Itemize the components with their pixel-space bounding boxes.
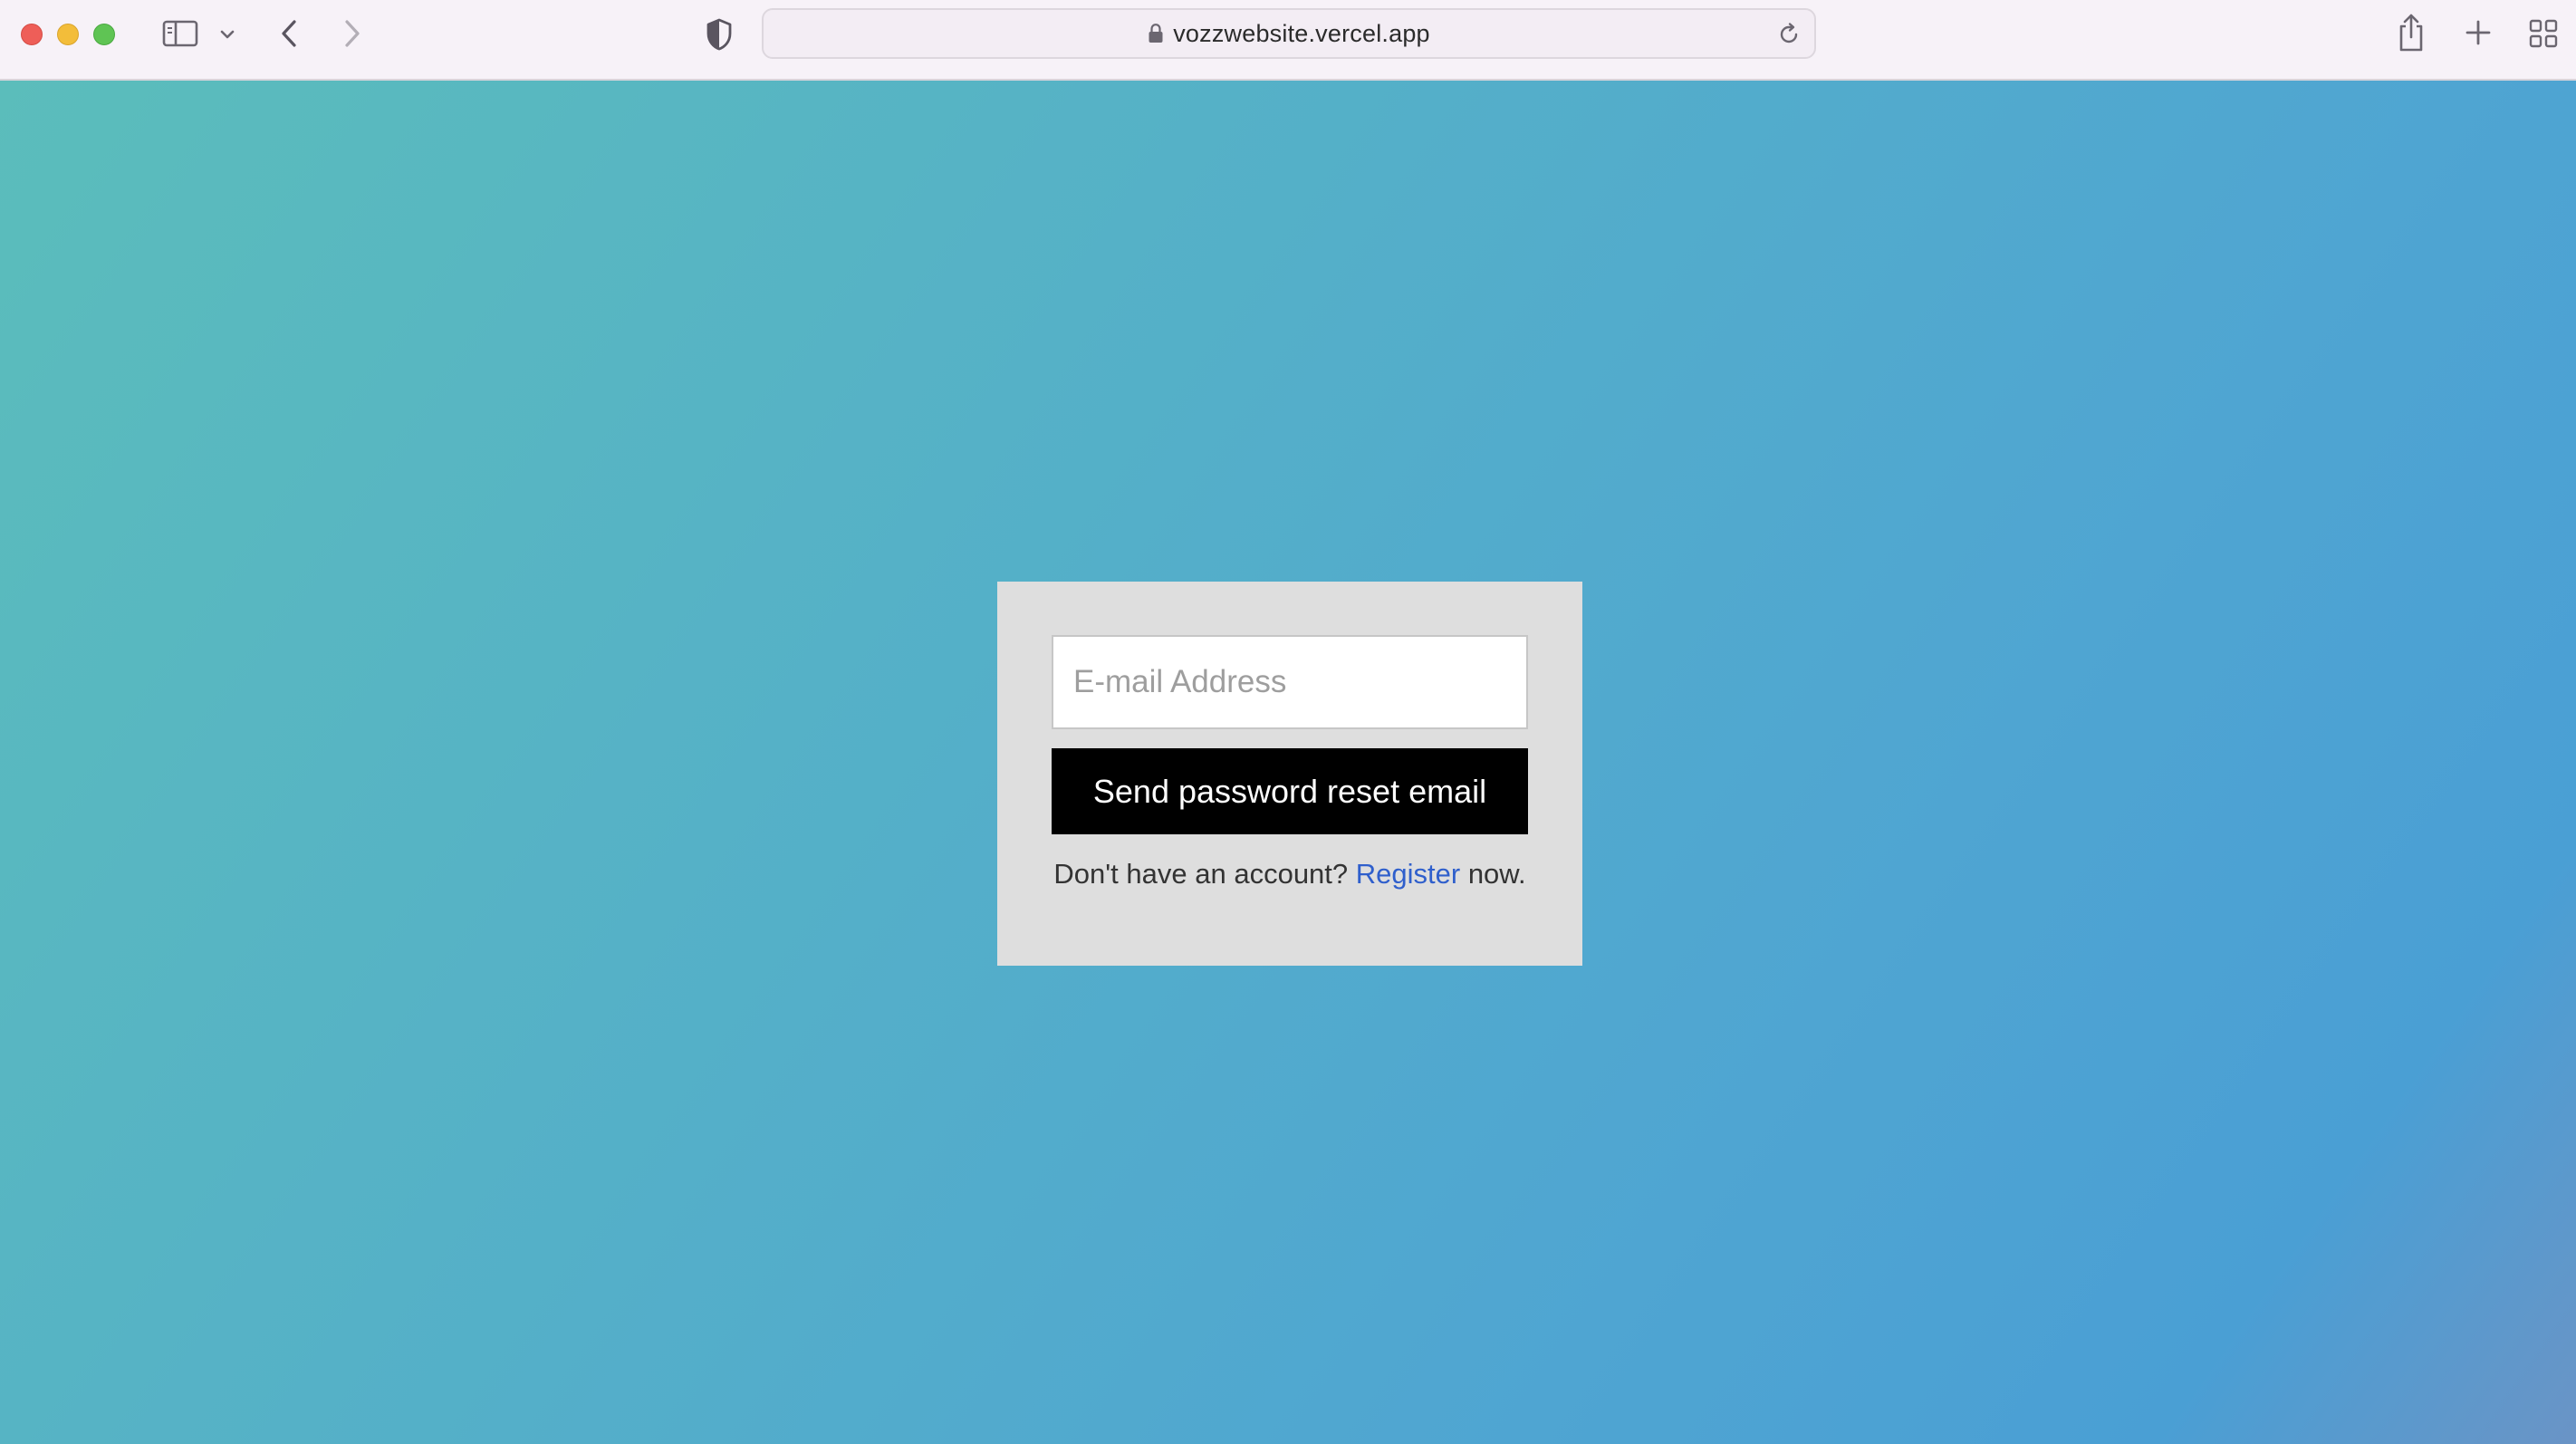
chevron-left-icon[interactable] [274, 14, 304, 53]
lock-icon [1148, 23, 1164, 44]
url-text: vozzwebsite.vercel.app [1173, 19, 1430, 47]
plus-icon[interactable] [2462, 16, 2494, 49]
email-field[interactable] [1052, 635, 1528, 729]
send-reset-email-button[interactable]: Send password reset email [1052, 748, 1528, 834]
close-window-button[interactable] [21, 24, 43, 45]
register-suffix-text: now. [1460, 858, 1526, 890]
password-reset-card: Send password reset email Don't have an … [997, 582, 1582, 966]
register-prompt: Don't have an account? Register now. [1052, 858, 1528, 890]
minimize-window-button[interactable] [57, 24, 79, 45]
sidebar-icon[interactable] [161, 18, 199, 49]
page-background: Send password reset email Don't have an … [0, 81, 2576, 1444]
browser-window: vozzwebsite.vercel.app E-mail Address Se… [0, 0, 2576, 1444]
zoom-window-button[interactable] [93, 24, 115, 45]
share-icon[interactable] [2395, 11, 2427, 54]
shield-icon[interactable] [703, 16, 735, 53]
register-prefix-text: Don't have an account? [1053, 858, 1356, 890]
chevron-right-icon[interactable] [337, 14, 368, 53]
chevron-down-icon[interactable] [214, 22, 241, 47]
register-link[interactable]: Register [1356, 858, 1460, 890]
grid-icon[interactable] [2527, 18, 2560, 49]
reload-icon[interactable] [1776, 22, 1802, 52]
browser-toolbar: vozzwebsite.vercel.app [0, 0, 2576, 81]
address-bar[interactable]: vozzwebsite.vercel.app [762, 8, 1816, 59]
